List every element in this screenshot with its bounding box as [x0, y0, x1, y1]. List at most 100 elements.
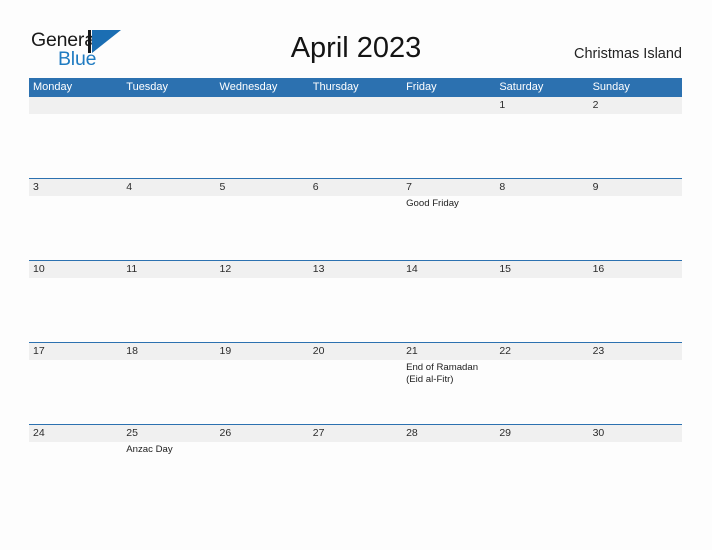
calendar-day-number: 27 [312, 427, 325, 439]
calendar-day-events [593, 278, 682, 280]
calendar-day-cell[interactable]: 5 [216, 179, 309, 260]
calendar-event: Anzac Day [126, 444, 173, 455]
calendar-day-cell[interactable]: 17 [29, 343, 122, 424]
calendar-day-events [220, 442, 309, 444]
calendar-week-days: 3 4 5 6 7 Good Friday 8 9 [29, 179, 682, 260]
calendar-day-number: 9 [592, 181, 599, 193]
calendar-day-events: Good Friday [406, 196, 495, 210]
calendar-day-number: 30 [592, 427, 605, 439]
calendar-day-cell[interactable]: 26 [216, 425, 309, 506]
calendar-day-cell[interactable] [309, 97, 402, 178]
calendar-day-events: Anzac Day [126, 442, 215, 456]
calendar-day-number: 5 [219, 181, 226, 193]
calendar-day-events [33, 442, 122, 444]
calendar-day-number: 1 [499, 99, 506, 111]
calendar-day-number [220, 97, 309, 114]
calendar-day-cell[interactable]: 28 [402, 425, 495, 506]
calendar-day-events [33, 114, 122, 116]
calendar-day-cell[interactable]: 7 Good Friday [402, 179, 495, 260]
calendar-day-events [33, 196, 122, 198]
calendar-day-number: 8 [499, 181, 506, 193]
calendar-day-cell[interactable]: 11 [122, 261, 215, 342]
calendar-day-cell[interactable]: 10 [29, 261, 122, 342]
calendar-week-days: 24 25 Anzac Day 26 27 28 29 30 [29, 425, 682, 506]
calendar-day-events [499, 114, 588, 116]
calendar-day-cell[interactable]: 27 [309, 425, 402, 506]
calendar-day-cell[interactable]: 4 [122, 179, 215, 260]
calendar-day-number [33, 97, 122, 114]
calendar-day-number: 3 [33, 181, 39, 193]
calendar-day-cell[interactable] [29, 97, 122, 178]
calendar-day-events [313, 196, 402, 198]
calendar-day-events [406, 442, 495, 444]
weekday-header-row: Monday Tuesday Wednesday Thursday Friday… [29, 78, 682, 97]
calendar-day-number: 25 [126, 427, 138, 439]
calendar-day-events [499, 278, 588, 280]
calendar-day-number: 6 [312, 181, 319, 193]
calendar-day-number: 2 [592, 99, 599, 111]
calendar-day-cell[interactable]: 22 [495, 343, 588, 424]
calendar-day-cell[interactable]: 15 [495, 261, 588, 342]
calendar-day-cell[interactable]: 12 [216, 261, 309, 342]
calendar-day-events [499, 360, 588, 362]
calendar-day-events [220, 196, 309, 198]
calendar-day-events [313, 360, 402, 362]
calendar-day-number: 10 [33, 263, 45, 275]
calendar-day-cell[interactable]: 3 [29, 179, 122, 260]
weekday-header-friday: Friday [406, 81, 437, 93]
calendar-day-number: 19 [219, 345, 232, 357]
calendar-day-cell[interactable]: 13 [309, 261, 402, 342]
calendar-day-events: End of Ramadan (Eid al-Fitr) [406, 360, 495, 387]
calendar-day-number: 12 [219, 263, 232, 275]
calendar-day-events [220, 114, 309, 116]
calendar-day-cell[interactable]: 23 [589, 343, 682, 424]
calendar-day-cell[interactable]: 18 [122, 343, 215, 424]
calendar-day-number: 22 [499, 345, 512, 357]
calendar-day-number: 11 [126, 263, 138, 275]
calendar-day-number: 29 [499, 427, 512, 439]
calendar-weeks: 1 2 3 4 5 6 7 Good Friday 8 9 10 11 12 13 14 15 16 17 18 19… [29, 97, 682, 506]
weekday-header-sunday: Sunday [592, 81, 630, 93]
weekday-header-tuesday: Tuesday [126, 81, 169, 93]
calendar-week-row: 17 18 19 20 21 End of Ramadan (Eid al-Fitr) 22 2… [29, 342, 682, 424]
calendar-day-events [126, 360, 215, 362]
calendar-day-cell[interactable]: 30 [589, 425, 682, 506]
weekday-header-thursday: Thursday [312, 81, 359, 93]
calendar-day-cell[interactable] [122, 97, 215, 178]
calendar-week-days: 12 [29, 97, 682, 178]
calendar-day-cell[interactable]: 19 [216, 343, 309, 424]
calendar-day-cell[interactable]: 25 Anzac Day [122, 425, 215, 506]
calendar-day-events [313, 114, 402, 116]
calendar-day-events [126, 196, 215, 198]
calendar-day-cell[interactable]: 2 [589, 97, 682, 178]
calendar-day-cell[interactable]: 24 [29, 425, 122, 506]
calendar-day-events [593, 196, 682, 198]
calendar-day-cell[interactable]: 14 [402, 261, 495, 342]
calendar-day-events [499, 196, 588, 198]
calendar-day-cell[interactable]: 9 [589, 179, 682, 260]
calendar-day-cell[interactable]: 6 [309, 179, 402, 260]
calendar-page: General Blue April 2023 Christmas Island… [0, 0, 712, 550]
calendar-day-number [406, 97, 495, 114]
calendar-day-cell[interactable]: 1 [495, 97, 588, 178]
calendar-day-cell[interactable] [402, 97, 495, 178]
calendar-day-events [33, 360, 122, 362]
calendar-day-number: 13 [312, 263, 325, 275]
calendar-day-cell[interactable] [216, 97, 309, 178]
calendar-day-cell[interactable]: 29 [495, 425, 588, 506]
calendar-day-events [126, 114, 215, 116]
calendar-day-events [593, 114, 682, 116]
calendar-day-cell[interactable]: 16 [589, 261, 682, 342]
page-header: General Blue April 2023 Christmas Island [0, 0, 712, 78]
weekday-header-saturday: Saturday [499, 81, 544, 93]
weekday-header-wednesday: Wednesday [219, 81, 278, 93]
calendar-week-days: 17 18 19 20 21 End of Ramadan (Eid al-Fitr) 22 2… [29, 343, 682, 424]
calendar-day-number: 4 [126, 181, 133, 193]
calendar-week-row: 24 25 Anzac Day 26 27 28 29 30 [29, 424, 682, 506]
calendar-day-cell[interactable]: 20 [309, 343, 402, 424]
calendar-day-events [220, 278, 309, 280]
calendar-day-cell[interactable]: 21 End of Ramadan (Eid al-Fitr) [402, 343, 495, 424]
region-label: Christmas Island [574, 46, 682, 62]
calendar-day-cell[interactable]: 8 [495, 179, 588, 260]
calendar-day-number: 14 [406, 263, 418, 275]
